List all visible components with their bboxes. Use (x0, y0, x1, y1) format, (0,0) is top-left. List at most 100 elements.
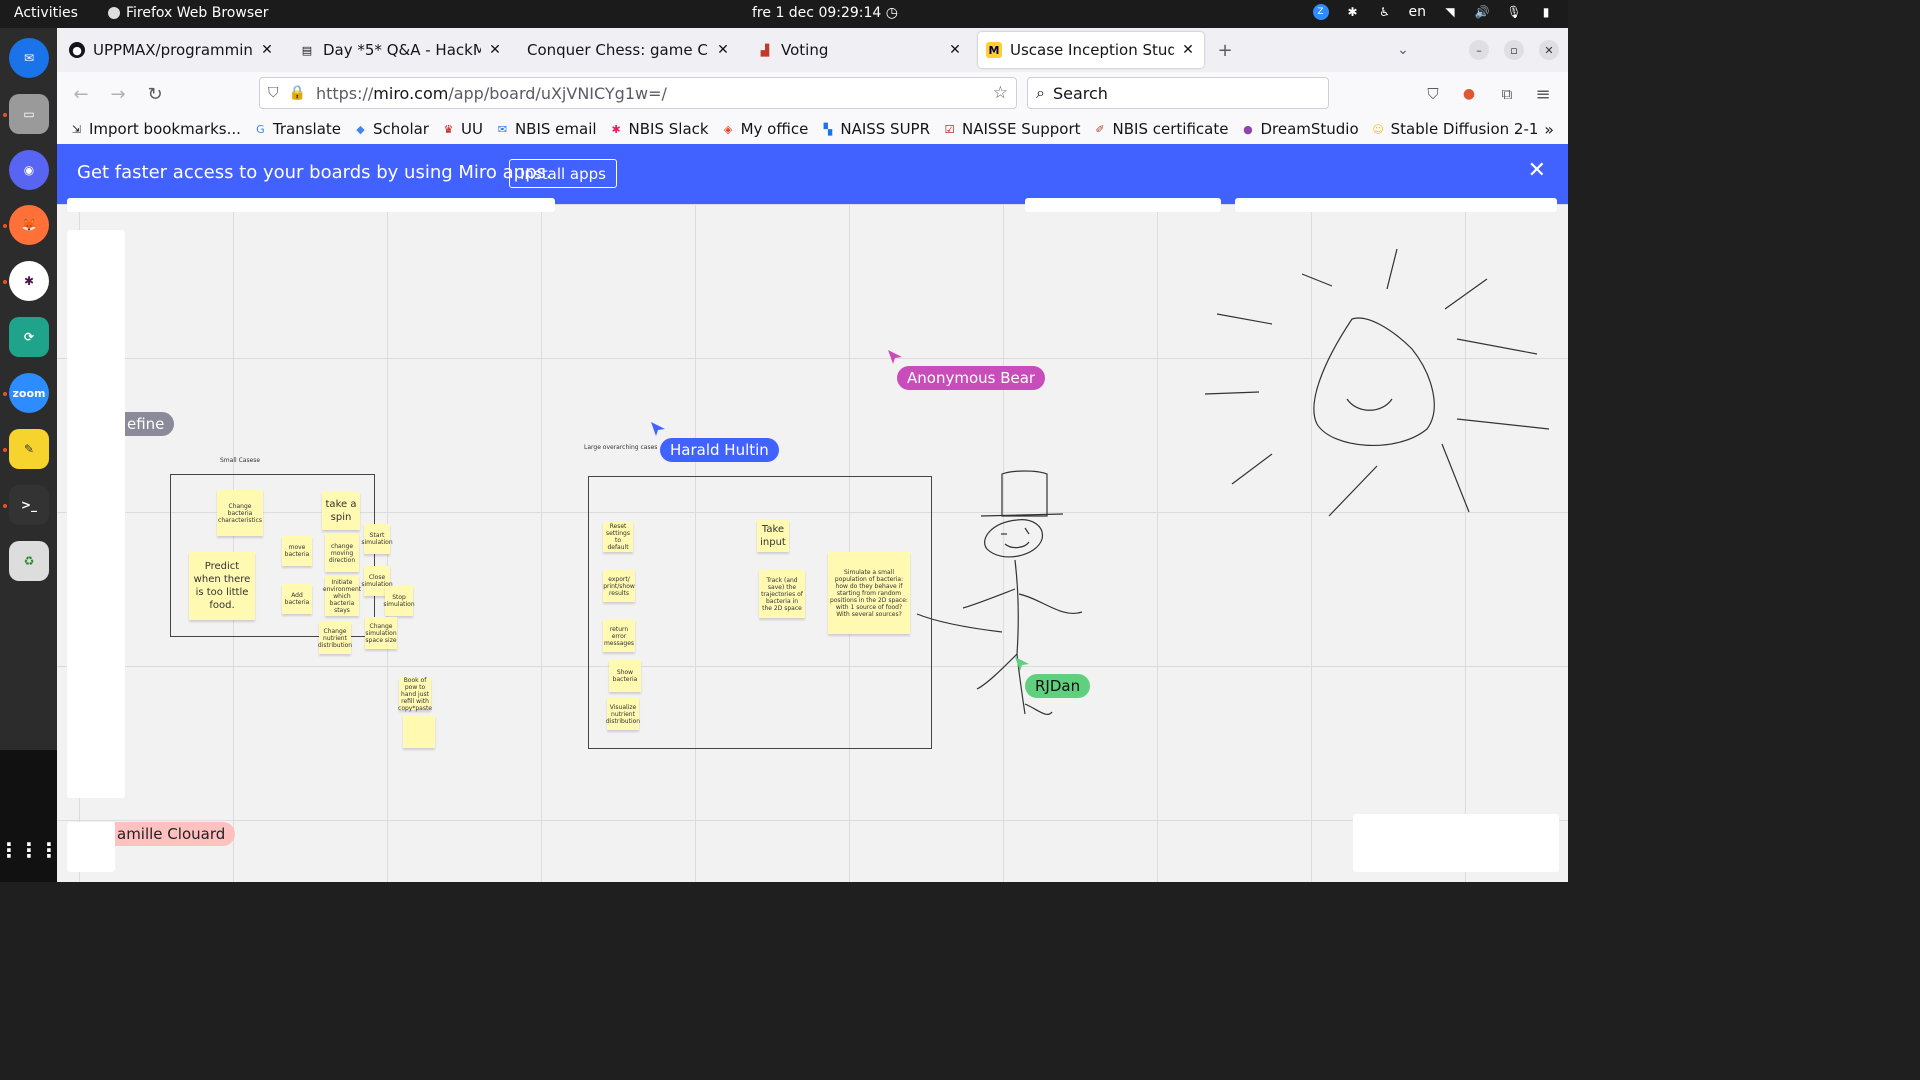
tab-conquer-chess[interactable]: Conquer Chess: game Class f ✕ (519, 32, 739, 68)
minimize-button[interactable]: – (1469, 40, 1489, 60)
back-button[interactable]: ← (69, 82, 93, 106)
bookmark-nbis-slack[interactable]: ✱ NBIS Slack (609, 120, 708, 138)
close-tab-icon[interactable]: ✕ (715, 42, 731, 58)
bookmark-nbis-certificate[interactable]: ✐ NBIS certificate (1093, 120, 1228, 138)
sticky-note[interactable]: Show bacteria (609, 660, 641, 692)
sticky-note[interactable]: Book of pow to hand just refill with cop… (398, 677, 432, 712)
close-tab-icon[interactable]: ✕ (1180, 42, 1196, 58)
bookmark-my-office[interactable]: ◈ My office (721, 120, 808, 138)
sticky-note[interactable]: Add bacteria (282, 584, 312, 614)
slack-icon[interactable]: ✱ (9, 261, 49, 301)
close-tab-icon[interactable]: ✕ (487, 42, 503, 58)
volume-icon[interactable]: 🔊 (1474, 4, 1490, 20)
bookmark-translate[interactable]: G Translate (253, 120, 341, 138)
bookmark-import[interactable]: ⇲ Import bookmarks... (69, 120, 241, 138)
more-bookmarks-icon[interactable]: » (1544, 120, 1554, 139)
frame-title-small[interactable]: Small Casese (220, 457, 260, 464)
running-indicator (3, 113, 7, 117)
uu-icon: ♛ (443, 122, 454, 136)
close-tab-icon[interactable]: ✕ (259, 42, 275, 58)
miro-icon: M (986, 42, 1002, 58)
cursor-label-efine: efine (125, 412, 175, 436)
bookmark-uu[interactable]: ♛ UU (441, 120, 483, 138)
cursor-arrow-icon (651, 422, 665, 436)
sticky-note[interactable]: Change bacteria characteristics (217, 490, 263, 536)
bookmark-dreamstudio[interactable]: ● DreamStudio (1240, 120, 1359, 138)
miro-board-canvas[interactable]: Small Casese Change bacteria characteris… (57, 198, 1568, 882)
wifi-icon[interactable]: ◥ (1442, 4, 1458, 20)
zoom-icon[interactable]: zoom (9, 373, 49, 413)
shield-icon[interactable]: ⛉ (268, 85, 279, 101)
terminal-icon[interactable]: >_ (9, 485, 49, 525)
maximize-button[interactable]: ▫ (1504, 40, 1524, 60)
tab-title: Voting (781, 41, 829, 59)
files-icon[interactable]: ▭ (9, 94, 49, 134)
bookmark-naiss-supr[interactable]: ▚ NAISS SUPR (820, 120, 930, 138)
new-tab-button[interactable]: + (1213, 38, 1237, 62)
bookmark-stable-diffusion[interactable]: ☺ Stable Diffusion 2-1 (1371, 120, 1538, 138)
firefox-icon (108, 7, 120, 19)
tab-hackmd[interactable]: ▤ Day *5* Q&A - HackMD ✕ (291, 32, 511, 68)
bookmark-scholar[interactable]: ◆ Scholar (353, 120, 429, 138)
tab-voting[interactable]: ▟ Voting ✕ (749, 32, 971, 68)
activities-button[interactable]: Activities (14, 5, 78, 21)
sticky-note[interactable]: take a spin (322, 492, 360, 530)
thunderbird-icon[interactable]: ✉ (9, 38, 49, 78)
app-menu[interactable]: Firefox Web Browser (108, 5, 269, 21)
sticky-note[interactable]: Predict when there is too little food. (189, 552, 255, 620)
sync-app-icon[interactable]: ⟳ (9, 317, 49, 357)
install-apps-button[interactable]: Install apps (509, 159, 617, 188)
sticky-note[interactable]: Change simulation space size (365, 617, 397, 649)
slack-tray-icon[interactable]: ✱ (1345, 4, 1361, 20)
sticky-note[interactable]: Change nutrient distribution (318, 622, 352, 654)
sticky-note[interactable]: Visualize nutrient distribution (606, 698, 640, 730)
extensions-icon[interactable]: ⧉ (1495, 82, 1519, 106)
sticky-note[interactable]: Track (and save) the trajectories of bac… (759, 570, 805, 618)
microphone-icon[interactable]: 🎙 (1506, 4, 1522, 20)
sticky-note[interactable]: return error messages (603, 620, 635, 652)
certificate-icon: ✐ (1095, 122, 1105, 136)
bookmark-star-icon[interactable]: ☆ (993, 83, 1008, 103)
banner-message: Get faster access to your boards by usin… (77, 162, 552, 183)
trash-icon[interactable]: ♻ (9, 541, 49, 581)
language-indicator[interactable]: en (1409, 4, 1427, 20)
accessibility-icon[interactable]: ♿ (1377, 4, 1393, 20)
sticky-note[interactable]: move bacteria (282, 536, 312, 566)
system-tray[interactable]: Z ✱ ♿ en ◥ 🔊 🎙 ▮ (1312, 4, 1555, 20)
list-all-tabs-button[interactable]: ⌄ (1391, 38, 1415, 62)
bookmark-nbis-email[interactable]: ✉ NBIS email (495, 120, 597, 138)
sticky-note[interactable]: Initiate environment which bacteria stay… (323, 576, 361, 616)
zoom-tray-icon[interactable]: Z (1312, 4, 1329, 20)
url-text: https://miro.com/app/board/uXjVNICYg1w=/ (315, 83, 667, 103)
close-tab-icon[interactable]: ✕ (947, 42, 963, 58)
search-bar[interactable]: ⌕ Search (1027, 77, 1329, 109)
text-editor-icon[interactable]: ✎ (9, 429, 49, 469)
app-grid-icon[interactable]: ⋮⋮⋮ (0, 830, 59, 870)
close-banner-icon[interactable]: ✕ (1528, 158, 1546, 183)
tab-strip: ● UPPMAX/programming_ ✕ ▤ Day *5* Q&A - … (57, 28, 1568, 72)
menu-icon[interactable]: ≡ (1531, 82, 1555, 106)
sticky-note[interactable]: Start simulation (361, 524, 393, 554)
sticky-note[interactable]: Reset settings to default (603, 522, 633, 552)
reload-button[interactable]: ↻ (143, 82, 167, 106)
discord-icon[interactable]: ◉ (9, 150, 49, 190)
sticky-note[interactable]: Stop simulation (383, 586, 415, 616)
duckduckgo-icon[interactable]: ● (1457, 82, 1481, 106)
sticky-note[interactable]: Take input (757, 520, 789, 552)
tab-uppmax[interactable]: ● UPPMAX/programming_ ✕ (61, 32, 283, 68)
sticky-note[interactable]: Simulate a small population of bacteria:… (828, 552, 910, 634)
lock-icon[interactable]: 🔒 (289, 85, 306, 101)
battery-icon[interactable]: ▮ (1538, 4, 1554, 20)
firefox-dock-icon[interactable]: 🦊 (9, 205, 49, 245)
close-window-button[interactable]: ✕ (1539, 40, 1559, 60)
sticky-note[interactable]: change moving direction (325, 534, 359, 572)
forward-button[interactable]: → (106, 82, 130, 106)
pocket-icon[interactable]: ⛉ (1421, 82, 1445, 106)
sticky-note[interactable]: export/ print/show results (603, 570, 635, 602)
url-bar[interactable]: ⛉ 🔒 https://miro.com/app/board/uXjVNICYg… (259, 77, 1017, 109)
frame-title-large[interactable]: Large overarching cases (584, 444, 657, 451)
sticky-note[interactable] (403, 716, 435, 748)
bookmark-naisse-support[interactable]: ☑ NAISSE Support (942, 120, 1081, 138)
tab-miro[interactable]: M Uscase Inception Student ✕ (978, 32, 1204, 68)
clock[interactable]: fre 1 dec 09:29:14 ◷ (752, 5, 898, 21)
